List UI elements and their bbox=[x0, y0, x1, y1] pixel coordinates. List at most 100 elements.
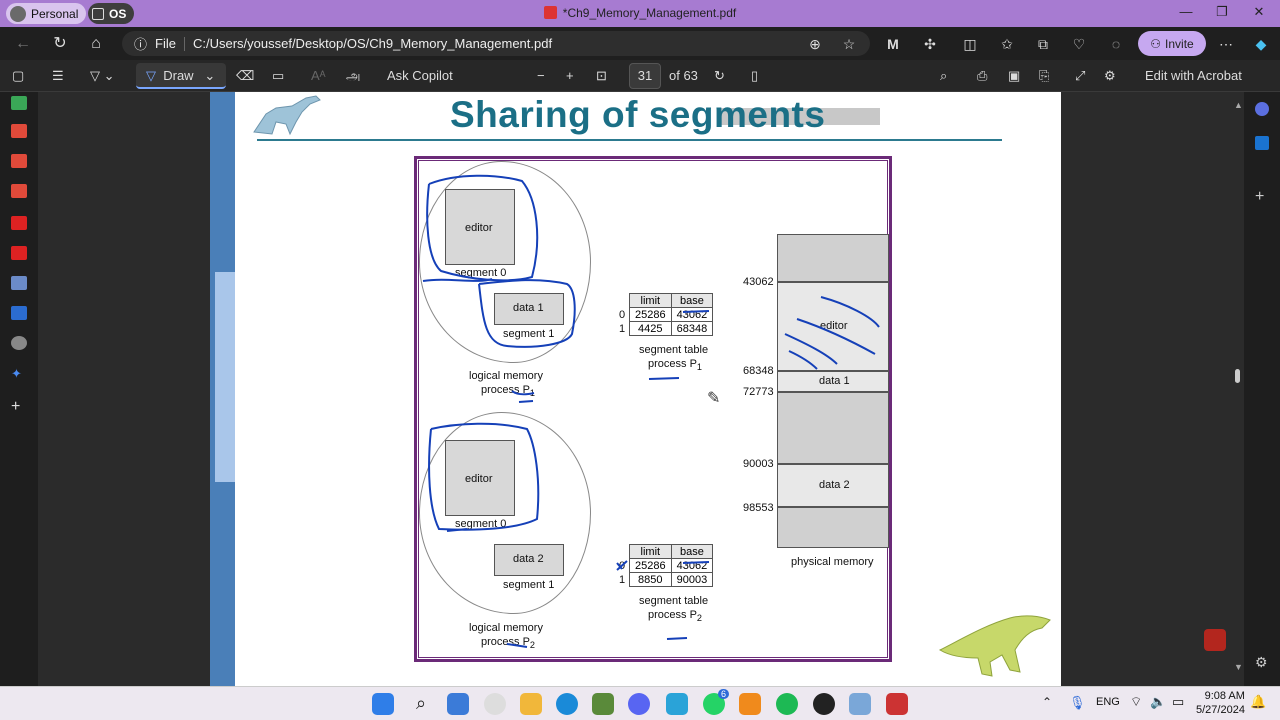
vertical-tabs-sidebar: ✦ + bbox=[0, 92, 38, 686]
copilot-app-icon[interactable] bbox=[447, 693, 469, 715]
edge-icon[interactable] bbox=[556, 693, 578, 715]
favorites-icon[interactable]: ✩ bbox=[998, 35, 1016, 53]
search-icon[interactable]: ⌕ bbox=[940, 66, 947, 86]
favorite-star-icon[interactable]: ☆ bbox=[840, 35, 858, 53]
edit-with-acrobat-button[interactable]: Edit with Acrobat bbox=[1145, 66, 1242, 86]
notification-bell-icon[interactable]: 🔔 bbox=[1250, 694, 1266, 710]
maximize-button[interactable]: ❐ bbox=[1212, 4, 1232, 22]
p1-segment1-label: segment 1 bbox=[503, 328, 555, 340]
phys-address: 90003 bbox=[743, 458, 774, 470]
print-icon[interactable]: ⎙ bbox=[977, 66, 987, 86]
extension-m-icon[interactable]: M bbox=[884, 35, 902, 53]
text-box-icon[interactable]: ▭ bbox=[272, 66, 284, 86]
extensions-icon[interactable]: ✣ bbox=[921, 35, 939, 53]
volume-icon[interactable]: 🔈 bbox=[1150, 694, 1166, 710]
draw-button[interactable]: ▽ Draw ⌄ bbox=[136, 63, 226, 89]
close-button[interactable]: ✕ bbox=[1249, 4, 1269, 22]
phys-editor-label: editor bbox=[820, 320, 848, 332]
start-icon[interactable] bbox=[372, 693, 394, 715]
clock[interactable]: 9:08 AM 5/27/2024 bbox=[1196, 689, 1245, 717]
file-explorer-icon[interactable] bbox=[520, 693, 542, 715]
p1-segment0-label: segment 0 bbox=[455, 267, 507, 279]
microphone-icon[interactable]: 🎙 bbox=[1069, 695, 1086, 711]
read-aloud-icon[interactable]: அ bbox=[346, 66, 360, 86]
settings-gear-icon[interactable]: ⚙ bbox=[1104, 66, 1116, 86]
copilot-tab-icon[interactable]: ✦ bbox=[11, 366, 27, 381]
url-field[interactable]: ⓘ File C:/Users/youssef/Desktop/OS/Ch9_M… bbox=[122, 31, 870, 56]
app-icon[interactable] bbox=[592, 693, 614, 715]
pdf-icon bbox=[543, 6, 557, 19]
contents-icon[interactable]: ☰ bbox=[52, 66, 64, 86]
minimize-button[interactable]: — bbox=[1176, 4, 1196, 22]
copilot-sidebar-icon[interactable] bbox=[1255, 102, 1269, 116]
page-number-input[interactable]: 31 bbox=[629, 63, 661, 89]
github-icon[interactable] bbox=[813, 693, 835, 715]
new-tab-plus-icon[interactable]: + bbox=[11, 398, 27, 415]
battery-icon[interactable]: ▭ bbox=[1172, 694, 1184, 710]
refresh-icon[interactable]: ↻ bbox=[49, 33, 71, 55]
save-icon[interactable]: ▣ bbox=[1008, 66, 1020, 86]
highlight-icon[interactable]: ▽ ⌄ bbox=[90, 66, 115, 86]
copilot-icon[interactable]: ◆ bbox=[1252, 35, 1270, 53]
ask-copilot-button[interactable]: Ask Copilot bbox=[387, 66, 453, 86]
invite-button[interactable]: ⚇ Invite bbox=[1138, 31, 1206, 56]
zoom-in-icon[interactable]: + bbox=[566, 66, 574, 86]
phys-address: 68348 bbox=[743, 365, 774, 377]
fit-page-icon[interactable]: ⊡ bbox=[596, 66, 607, 86]
browser-essentials-icon[interactable]: ♡ bbox=[1070, 35, 1088, 53]
folder-tab-icon[interactable] bbox=[11, 276, 27, 290]
page-view-icon[interactable]: ▯ bbox=[751, 66, 758, 86]
scrollbar-thumb[interactable] bbox=[1235, 369, 1240, 383]
wifi-icon[interactable]: ⌔ bbox=[1130, 694, 1142, 710]
feedback-icon[interactable]: ◌ bbox=[1107, 35, 1125, 53]
scroll-down-icon[interactable]: ▼ bbox=[1234, 662, 1243, 672]
phys-address: 72773 bbox=[743, 386, 774, 398]
pencil-cursor-icon: ✎ bbox=[707, 390, 721, 407]
pdf-tab-icon[interactable] bbox=[11, 124, 27, 138]
back-icon[interactable]: ← bbox=[12, 33, 34, 55]
pdf-tab-icon[interactable] bbox=[11, 154, 27, 168]
sidebar-settings-gear-icon[interactable]: ⚙ bbox=[1255, 654, 1268, 671]
spotify-icon[interactable] bbox=[776, 693, 798, 715]
p2-table-process: process P2 bbox=[648, 609, 703, 624]
drive-tab-icon[interactable] bbox=[11, 96, 27, 110]
eraser-icon[interactable]: ⌫ bbox=[236, 66, 254, 86]
acrobat-icon[interactable] bbox=[1204, 629, 1226, 651]
widgets-icon[interactable] bbox=[484, 693, 506, 715]
scroll-up-icon[interactable]: ▲ bbox=[1234, 100, 1243, 110]
split-screen-icon[interactable]: ◫ bbox=[961, 35, 979, 53]
outlook-icon[interactable] bbox=[1255, 136, 1269, 150]
discord-icon[interactable] bbox=[628, 693, 650, 715]
phys-address: 98553 bbox=[743, 502, 774, 514]
app-tab-icon[interactable] bbox=[11, 306, 27, 320]
fullscreen-icon[interactable]: ⤢ bbox=[1075, 66, 1085, 86]
p2-segment-table: limit base 25286 43062 8850 90003 bbox=[629, 544, 714, 587]
rotate-icon[interactable]: ↻ bbox=[714, 66, 725, 86]
zoom-icon[interactable]: ⊕ bbox=[806, 35, 824, 53]
app-icon[interactable] bbox=[849, 693, 871, 715]
app-icon[interactable] bbox=[886, 693, 908, 715]
whatsapp-icon[interactable]: 6 bbox=[703, 689, 729, 715]
language-indicator[interactable]: ENG bbox=[1096, 696, 1120, 708]
save-as-icon[interactable]: ⎘ bbox=[1039, 66, 1049, 86]
slide-side-bar bbox=[210, 92, 235, 686]
p1-table-caption: segment table bbox=[639, 344, 709, 356]
vlc-icon[interactable] bbox=[739, 693, 761, 715]
youtube-tab-icon[interactable] bbox=[11, 246, 27, 260]
chevron-up-icon[interactable]: ⌃ bbox=[1042, 695, 1052, 709]
zoom-out-icon[interactable]: − bbox=[537, 66, 545, 86]
p1-process-label: process P1 bbox=[481, 384, 536, 399]
sidebar-toggle-icon[interactable]: ▢ bbox=[12, 66, 24, 86]
more-menu-icon[interactable]: ⋯ bbox=[1217, 35, 1235, 53]
pdf-tab-icon[interactable] bbox=[11, 184, 27, 198]
settings-tab-icon[interactable] bbox=[11, 336, 27, 350]
home-icon[interactable]: ⌂ bbox=[85, 33, 107, 55]
youtube-tab-icon[interactable] bbox=[11, 216, 27, 230]
add-sidebar-app-icon[interactable]: + bbox=[1255, 188, 1264, 206]
pdf-viewer: Sharing of segments editor segment 0 dat… bbox=[38, 92, 1244, 686]
search-icon[interactable]: ⌕ bbox=[410, 693, 432, 715]
p1-row0-index: 0 bbox=[619, 309, 626, 321]
app-v-icon[interactable] bbox=[666, 693, 688, 715]
collections-icon[interactable]: ⧉ bbox=[1034, 35, 1052, 53]
window-title-text: *Ch9_Memory_Management.pdf bbox=[562, 6, 737, 20]
